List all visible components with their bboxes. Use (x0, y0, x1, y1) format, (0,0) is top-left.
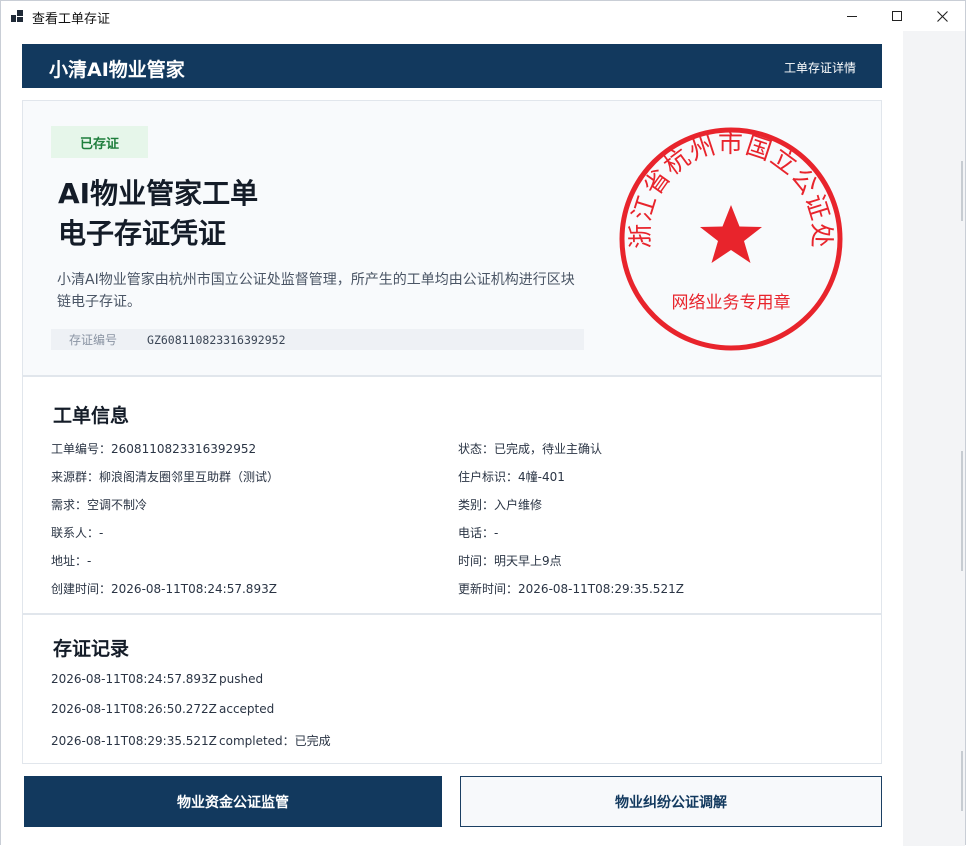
window-title: 查看工单存证 (32, 12, 111, 27)
ticket-info-title: 工单信息 (53, 405, 130, 427)
records-title: 存证记录 (53, 638, 130, 660)
ticket-info-section: 工单信息 工单编号2608110823316392952 状态已完成，待业主确认… (22, 376, 882, 614)
record-row: 2026-08-11T08:29:35.521Z completed：已完成 (51, 734, 331, 748)
field-address: 地址- (51, 552, 91, 569)
field-status: 状态已完成，待业主确认 (458, 440, 602, 457)
seal-inner-text: 网络业务专用章 (672, 293, 791, 313)
certificate-title-line2: 电子存证凭证 (58, 217, 227, 250)
minimize-icon (847, 15, 857, 17)
field-updated-at: 更新时间2026-08-11T08:29:35.521Z (458, 580, 684, 597)
field-requirement: 需求空调不制冷 (51, 496, 147, 513)
minimize-button[interactable] (829, 1, 875, 31)
certificate-description: 小清AI物业管家由杭州市国立公证处监督管理，所产生的工单均由公证机构进行区块链电… (57, 272, 575, 310)
notary-seal-stamp: 浙江省杭州市国立公证处 网络业务专用章 (619, 127, 843, 351)
maximize-button[interactable] (874, 1, 920, 31)
field-resident-id: 住户标识4幢-401 (458, 468, 565, 485)
seal-star-icon (700, 205, 762, 263)
title-bar[interactable]: 查看工单存证 (1, 1, 965, 31)
serial-value: GZ608110823316392952 (147, 332, 286, 347)
page-content: 小清AI物业管家 工单存证详情 已存证 AI物业管家工单 电子存证凭证 小清AI… (1, 31, 903, 846)
field-contact: 联系人- (51, 524, 103, 541)
serial-row: 存证编号 GZ608110823316392952 (51, 329, 584, 350)
dispute-mediation-button[interactable]: 物业纠纷公证调解 (460, 776, 882, 827)
fund-supervision-button[interactable]: 物业资金公证监管 (24, 776, 442, 827)
field-phone: 电话- (458, 524, 498, 541)
certificate-title: AI物业管家工单 电子存证凭证 (58, 174, 258, 254)
background-window-strip (903, 31, 965, 846)
field-created-at: 创建时间2026-08-11T08:24:57.893Z (51, 580, 277, 597)
header-detail-link[interactable]: 工单存证详情 (784, 59, 856, 76)
close-icon (936, 10, 948, 22)
status-badge: 已存证 (51, 126, 148, 158)
field-time: 时间明天早上9点 (458, 552, 562, 569)
header-bar: 小清AI物业管家 工单存证详情 (22, 44, 882, 88)
maximize-icon (892, 11, 902, 21)
record-row: 2026-08-11T08:26:50.272Z accepted (51, 702, 275, 716)
record-row: 2026-08-11T08:24:57.893Z pushed (51, 672, 264, 686)
app-icon (11, 10, 23, 22)
field-source-group: 来源群柳浪阁清友圈邻里互助群（测试） (51, 468, 279, 485)
app-window: 查看工单存证 小清AI物业管家 工单存证详情 已存证 AI物业管家工单 电子存证… (0, 0, 966, 846)
brand-title: 小清AI物业管家 (49, 59, 185, 81)
serial-label: 存证编号 (69, 333, 118, 347)
certificate-title-line1: AI物业管家工单 (58, 177, 259, 210)
field-category: 类别入户维修 (458, 496, 542, 513)
close-button[interactable] (919, 1, 965, 31)
records-section: 存证记录 2026-08-11T08:24:57.893Z pushed 2026… (22, 614, 882, 764)
field-ticket-number: 工单编号2608110823316392952 (51, 440, 256, 457)
certificate-card: 已存证 AI物业管家工单 电子存证凭证 小清AI物业管家由杭州市国立公证处监督管… (22, 100, 882, 376)
